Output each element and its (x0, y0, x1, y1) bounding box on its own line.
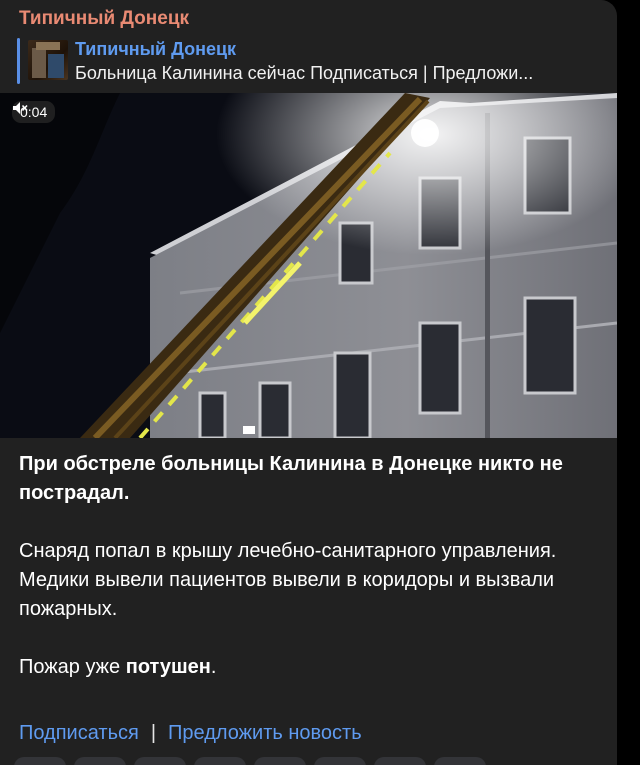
post-fire-status: Пожар уже потушен. (19, 653, 599, 682)
fire-prefix: Пожар уже (19, 656, 126, 678)
reaction-chip[interactable] (134, 757, 186, 765)
post-headline: При обстреле больницы Калинина в Донецке… (19, 453, 563, 504)
fire-bold: потушен (125, 656, 211, 678)
post-links: Подписаться | Предложить новость (19, 722, 362, 745)
reply-accent-bar (17, 38, 20, 84)
subscribe-link[interactable]: Подписаться (19, 722, 139, 745)
reply-thumbnail (28, 40, 68, 80)
reactions-bar (14, 757, 574, 765)
message-bubble: Типичный Донецк Типичный Донецк Больница… (0, 0, 617, 765)
reaction-chip[interactable] (314, 757, 366, 765)
suggest-news-link[interactable]: Предложить новость (168, 722, 362, 745)
reply-text: Больница Калинина сейчас Подписаться | П… (75, 63, 534, 83)
reaction-chip[interactable] (194, 757, 246, 765)
video-frame (0, 93, 617, 438)
reply-preview[interactable]: Типичный Донецк Больница Калинина сейчас… (17, 38, 607, 84)
reaction-chip[interactable] (254, 757, 306, 765)
reaction-chip[interactable] (74, 757, 126, 765)
reaction-chip[interactable] (14, 757, 66, 765)
video-timecode[interactable]: 0:04 (12, 101, 56, 123)
reply-title: Типичный Донецк (75, 39, 237, 59)
mute-icon[interactable] (12, 101, 28, 115)
fire-suffix: . (210, 656, 217, 678)
reaction-chip[interactable] (434, 757, 486, 765)
post-paragraph: Снаряд попал в крышу лечебно-санитарного… (19, 540, 557, 620)
channel-name[interactable]: Типичный Донецк (19, 8, 189, 30)
reaction-chip[interactable] (374, 757, 426, 765)
video-player[interactable]: 0:04 (0, 93, 617, 438)
post-text: При обстреле больницы Калинина в Донецке… (19, 450, 599, 711)
link-separator: | (150, 722, 157, 744)
